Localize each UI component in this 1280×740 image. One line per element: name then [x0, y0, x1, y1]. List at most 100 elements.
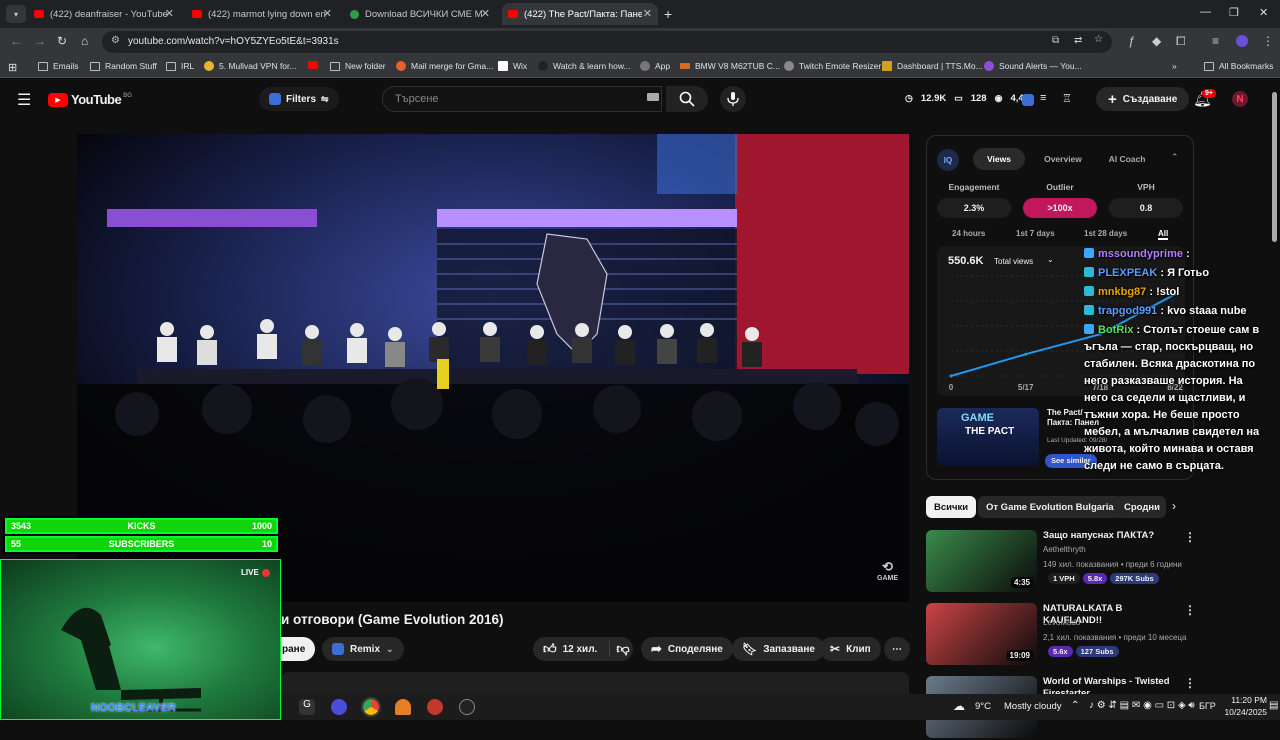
bookmark-item[interactable]: All Bookmarks — [1204, 61, 1273, 71]
url-input[interactable]: ⚙ youtube.com/watch?v=hOY5ZYEo5tE&t=3931… — [102, 31, 1112, 53]
app-icon[interactable] — [459, 699, 475, 715]
tab-overview[interactable]: Overview — [1031, 148, 1095, 170]
bookmark-item[interactable]: New folder — [330, 61, 386, 71]
trophy-icon[interactable]: ♖ — [1062, 92, 1072, 105]
minimize-icon[interactable]: — — [1200, 6, 1211, 18]
youtube-logo[interactable]: ▶ YouTube BG — [48, 92, 132, 107]
save-button[interactable]: 🔖︎ Запазване — [732, 637, 825, 661]
chat-username[interactable]: trapgod991 — [1098, 305, 1157, 317]
profile-avatar[interactable] — [1236, 35, 1248, 47]
remix-button[interactable]: Remix ⌄ — [322, 637, 404, 661]
bookmark-item[interactable]: App — [640, 61, 670, 71]
views-selector[interactable]: Total views — [994, 257, 1033, 266]
bookmark-item[interactable]: Wix — [498, 61, 527, 71]
tab-search-button[interactable]: ▾ — [6, 5, 26, 23]
thumbs-down-icon[interactable]: 👎︎ — [616, 641, 629, 657]
recommended-video[interactable]: 4:35 Защо напуснах ПАКТА? Aethelthryth 149 … — [926, 530, 1226, 594]
clock-time[interactable]: 11:20 PM — [1221, 695, 1267, 705]
chip-channel[interactable]: От Game Evolution Bulgaria — [978, 496, 1122, 518]
bookmark-item[interactable]: Watch & learn how... — [538, 61, 631, 71]
video-thumbnail[interactable]: 4:35 — [926, 530, 1037, 592]
bookmark-star-icon[interactable]: ☆ — [1094, 34, 1103, 45]
keyboard-icon[interactable] — [647, 93, 659, 101]
period-7d[interactable]: 1st 7 days — [1016, 229, 1055, 238]
video-title[interactable]: Защо напуснах ПАКТА? — [1043, 530, 1183, 542]
channel-watermark[interactable]: ⟲ GAME — [877, 559, 898, 582]
create-button[interactable]: + Създаване — [1096, 87, 1190, 111]
site-info-icon[interactable]: ⚙ — [111, 35, 120, 46]
media-controls-icon[interactable]: ≡ — [1212, 34, 1219, 48]
app-icon[interactable] — [395, 699, 411, 715]
more-vertical-icon[interactable]: ⋮ — [1184, 676, 1196, 690]
search-input[interactable]: Търсене — [382, 86, 662, 112]
extension-fx-icon[interactable]: ƒ — [1128, 34, 1135, 48]
taskbar-app-icon[interactable]: G — [299, 699, 315, 715]
hamburger-menu-icon[interactable]: ☰ — [17, 90, 31, 110]
more-bookmarks-icon[interactable]: » — [1172, 61, 1177, 71]
chat-username[interactable]: BotRix — [1098, 324, 1133, 336]
page-scrollbar[interactable] — [1272, 92, 1277, 242]
account-avatar[interactable]: N — [1232, 91, 1248, 107]
bookmark-item[interactable]: Twitch Emote Resizer — [784, 61, 881, 71]
bookmark-item[interactable]: Mail merge for Gma... — [396, 61, 493, 71]
home-icon[interactable]: ⌂ — [81, 34, 88, 48]
channel-name[interactable]: Aethelthryth — [1043, 545, 1086, 554]
chevron-right-icon[interactable]: › — [1172, 499, 1176, 513]
tray-icons[interactable]: ♪ ⚙ ⇵ ▤ ✉ ◉ ▭ ⊡ ◈ 🔊︎ — [1089, 700, 1195, 711]
bookmark-item[interactable]: IRL — [166, 61, 194, 71]
notifications-icon[interactable]: ▤ — [1269, 700, 1278, 711]
close-tab-icon[interactable]: ✕ — [323, 7, 332, 20]
clock-date[interactable]: 10/24/2025 — [1209, 707, 1267, 717]
tab-views[interactable]: Views — [973, 148, 1025, 170]
more-menu-icon[interactable]: ⋮ — [1262, 34, 1274, 48]
period-24h[interactable]: 24 hours — [952, 229, 985, 238]
like-button[interactable]: 👍︎ 12 хил. 👎︎ — [533, 637, 633, 661]
period-28d[interactable]: 1st 28 days — [1084, 229, 1127, 238]
description-box[interactable] — [281, 672, 909, 694]
video-thumbnail[interactable]: 19:09 — [926, 603, 1037, 665]
recommended-video[interactable]: 19:09 NATURALKATA В KAUFLAND!! LevoMado 2,1… — [926, 603, 1226, 667]
more-vertical-icon[interactable]: ⋮ — [1184, 530, 1196, 544]
bookmark-item[interactable]: 5. Mullvad VPN for... — [204, 61, 296, 71]
close-tab-icon[interactable]: ✕ — [481, 7, 490, 20]
share-button[interactable]: ➦ Споделяне — [641, 637, 733, 661]
iq-icon[interactable] — [1022, 94, 1034, 106]
chevron-down-icon[interactable]: ⌄ — [1047, 255, 1054, 264]
clip-button[interactable]: ✂ Клип — [820, 637, 881, 661]
extension-icon[interactable]: ◆ — [1152, 34, 1161, 48]
chat-username[interactable]: mnkbg87 — [1098, 286, 1146, 298]
new-tab-button[interactable]: + — [664, 3, 678, 25]
bookmark-item[interactable]: Sound Alerts — You... — [984, 61, 1082, 71]
obs-icon[interactable] — [427, 699, 443, 715]
bookmark-item[interactable]: Random Stuff — [90, 61, 157, 71]
period-all[interactable]: All — [1158, 229, 1169, 240]
install-app-icon[interactable]: ⧉ — [1052, 35, 1059, 46]
bookmark-item[interactable]: BMW V8 M62TUB C... — [680, 61, 780, 71]
search-button[interactable] — [666, 86, 708, 112]
reload-icon[interactable]: ↻ — [57, 34, 67, 48]
bookmark-item[interactable]: Emails — [38, 61, 79, 71]
more-vertical-icon[interactable]: ⋮ — [1184, 603, 1196, 617]
translate-icon[interactable]: ⇄ — [1074, 35, 1082, 46]
browser-tab[interactable]: (422) deanfraiser - YouTube ✕ — [30, 3, 180, 25]
close-tab-icon[interactable]: ✕ — [165, 7, 174, 20]
chat-username[interactable]: PLEXPEAK — [1098, 267, 1157, 279]
browser-tab[interactable]: Download ВСИЧКИ СМЕ МАС... ✕ — [346, 3, 496, 25]
close-tab-icon[interactable]: ✕ — [643, 7, 652, 20]
browser-tab[interactable]: (422) marmot lying down enjoy ✕ — [188, 3, 338, 25]
weather-icon[interactable]: ☁ — [953, 699, 965, 713]
apps-grid-icon[interactable]: ⊞ — [8, 61, 17, 74]
chip-related[interactable]: Сродни — [1116, 496, 1166, 518]
channel-name[interactable]: LevoMado — [1043, 618, 1080, 627]
list-icon[interactable]: ≡ — [1040, 92, 1046, 104]
chat-username[interactable]: mssoundyprime — [1098, 248, 1183, 260]
tray-chevron-icon[interactable]: ⌃ — [1071, 700, 1079, 711]
discord-icon[interactable] — [331, 699, 347, 715]
tab-ai-coach[interactable]: AI Coach — [1099, 148, 1155, 170]
forward-icon[interactable]: → — [34, 34, 46, 48]
browser-tab-active[interactable]: (422) The Pact/Пакта: Пане ✕ — [502, 3, 658, 25]
restore-icon[interactable]: ❐ — [1229, 6, 1239, 19]
bookmark-item[interactable] — [308, 61, 323, 69]
extensions-puzzle-icon[interactable]: ⧠ — [1176, 34, 1186, 49]
more-actions-button[interactable]: ⋯ — [884, 637, 910, 661]
